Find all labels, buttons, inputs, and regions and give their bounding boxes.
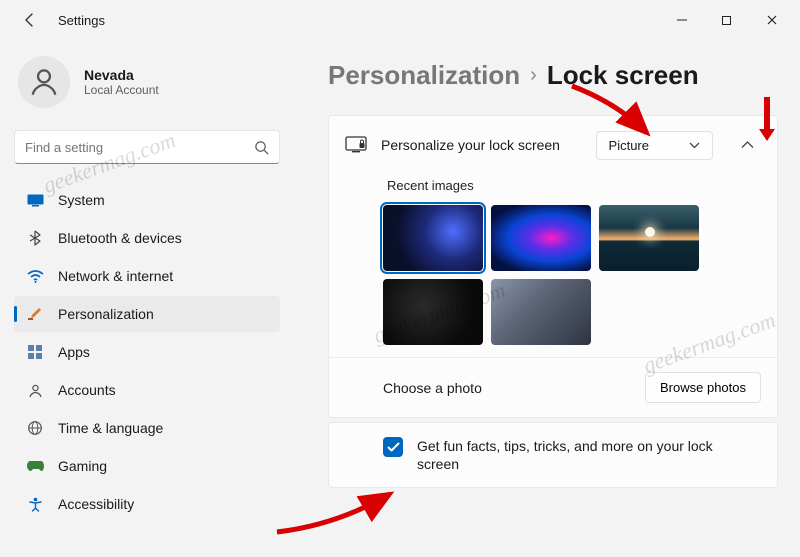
bluetooth-icon [26,229,44,247]
nav-label: Network & internet [58,268,173,284]
nav-item-personalization[interactable]: Personalization [14,296,280,332]
nav-item-accessibility[interactable]: Accessibility [14,486,280,522]
accessibility-icon [26,495,44,513]
chevron-down-icon [689,142,700,149]
maximize-button[interactable] [704,5,749,35]
paintbrush-icon [26,305,44,323]
recent-image-2[interactable] [491,205,591,271]
system-icon [26,191,44,209]
avatar [18,56,70,108]
nav-label: Accounts [58,382,116,398]
minimize-button[interactable] [659,5,704,35]
nav-label: Gaming [58,458,107,474]
back-button[interactable] [14,4,46,36]
user-block[interactable]: Nevada Local Account [14,48,280,120]
nav-label: Personalization [58,306,154,322]
recent-images-grid [329,205,777,357]
chevron-right-icon: › [530,64,537,87]
nav-item-network[interactable]: Network & internet [14,258,280,294]
apps-icon [26,343,44,361]
nav-item-system[interactable]: System [14,182,280,218]
nav-item-bluetooth[interactable]: Bluetooth & devices [14,220,280,256]
browse-photos-button[interactable]: Browse photos [645,372,761,403]
window-title: Settings [58,13,105,28]
breadcrumb-current: Lock screen [547,60,699,91]
nav-label: Time & language [58,420,163,436]
main-content: Personalization › Lock screen Personaliz… [290,40,800,557]
personalize-card: Personalize your lock screen Picture Rec… [328,115,778,418]
breadcrumb: Personalization › Lock screen [328,60,778,91]
recent-image-3[interactable] [599,205,699,271]
funfacts-label: Get fun facts, tips, tricks, and more on… [417,437,717,473]
nav-label: System [58,192,105,208]
nav-item-time-language[interactable]: Time & language [14,410,280,446]
gaming-icon [26,457,44,475]
caption-controls [659,5,794,35]
lock-screen-type-dropdown[interactable]: Picture [596,131,713,160]
user-name: Nevada [84,67,159,83]
monitor-lock-icon [345,136,367,154]
search-input[interactable] [25,140,254,155]
nav-item-apps[interactable]: Apps [14,334,280,370]
dropdown-value: Picture [609,138,649,153]
funfacts-card: Get fun facts, tips, tricks, and more on… [328,422,778,488]
breadcrumb-parent[interactable]: Personalization [328,60,520,91]
close-button[interactable] [749,5,794,35]
recent-image-1[interactable] [383,205,483,271]
collapse-button[interactable] [733,131,761,159]
search-box[interactable] [14,130,280,164]
nav-label: Bluetooth & devices [58,230,182,246]
user-sub: Local Account [84,83,159,97]
nav-label: Accessibility [58,496,134,512]
recent-image-4[interactable] [383,279,483,345]
recent-images-label: Recent images [383,174,761,201]
title-bar: Settings [0,0,800,40]
recent-image-5[interactable] [491,279,591,345]
choose-photo-label: Choose a photo [383,380,631,396]
search-icon [254,140,269,155]
personalize-label: Personalize your lock screen [381,137,582,153]
nav: System Bluetooth & devices Network & int… [14,182,280,522]
accounts-icon [26,381,44,399]
clock-globe-icon [26,419,44,437]
wifi-icon [26,267,44,285]
sidebar: Nevada Local Account System Bluetooth & … [0,40,290,557]
nav-item-gaming[interactable]: Gaming [14,448,280,484]
nav-label: Apps [58,344,90,360]
nav-item-accounts[interactable]: Accounts [14,372,280,408]
funfacts-checkbox[interactable] [383,437,403,457]
